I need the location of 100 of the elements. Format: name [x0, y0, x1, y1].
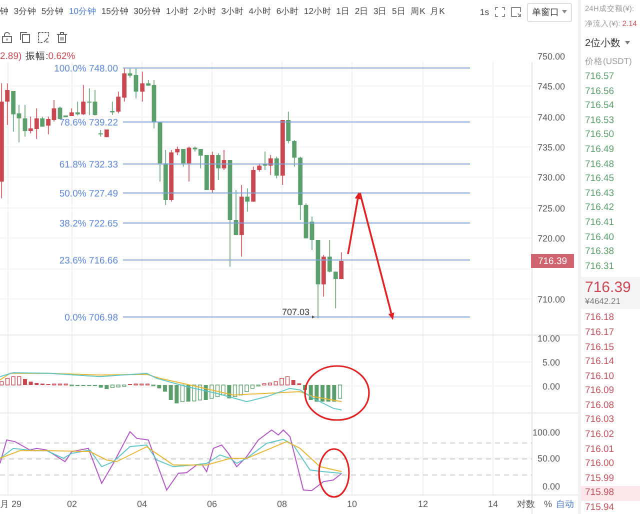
date-axis-label: 06 — [207, 499, 217, 509]
timeframe-tab[interactable]: 5日 — [392, 6, 406, 18]
price-axis-label: 740.00 — [537, 112, 565, 122]
histogram-bar — [122, 384, 126, 387]
ask-price[interactable]: 716.53 — [581, 114, 640, 128]
fullscreen-icon[interactable] — [495, 7, 505, 17]
ask-price[interactable]: 716.56 — [581, 84, 640, 100]
selection-edit-icon[interactable] — [38, 32, 49, 42]
precision-dropdown[interactable]: 2位小数 — [585, 36, 630, 50]
ask-price[interactable]: 716.38 — [581, 245, 640, 260]
axis-scale-option[interactable]: 自动 — [556, 499, 574, 509]
histogram-bar — [326, 385, 330, 402]
ask-price[interactable]: 716.40 — [581, 230, 640, 246]
timeframe-tab[interactable]: 3日 — [373, 6, 388, 18]
copy-icon[interactable] — [20, 32, 30, 42]
ask-price[interactable]: 716.50 — [581, 128, 640, 143]
fibonacci-level-label: 100.0% 748.00 — [54, 63, 118, 74]
bid-price[interactable]: 716.09 — [581, 384, 640, 399]
date-axis-label: 12 — [418, 499, 428, 509]
highlight-ellipse — [304, 365, 370, 421]
change-text: 2.89) — [0, 50, 22, 62]
bid-price[interactable]: 716.02 — [581, 428, 640, 443]
fibonacci-level-label: 23.6% 716.66 — [59, 255, 118, 266]
histogram-bar — [28, 382, 33, 385]
axis-scale-option[interactable]: 对数 — [517, 499, 535, 509]
price-column-header: 价格(USDT) — [585, 56, 632, 66]
timeframe-tab[interactable]: 5分钟 — [41, 6, 64, 18]
caret-icon — [562, 10, 567, 14]
window-icon[interactable] — [511, 7, 521, 17]
timeframe-tab[interactable]: 钟 — [0, 6, 9, 18]
timeframe-tab[interactable]: 12小时 — [304, 6, 332, 18]
layout-dropdown[interactable]: 单窗口 — [527, 2, 572, 22]
bid-price[interactable]: 715.99 — [581, 472, 640, 486]
padlock-icon[interactable] — [2, 32, 12, 42]
timeframe-tab[interactable]: 15分钟 — [101, 6, 129, 18]
bid-price[interactable]: 716.01 — [581, 442, 640, 458]
timeframe-tab[interactable]: 3小时 — [221, 6, 244, 18]
price-axis-label: 710.00 — [537, 294, 565, 304]
timeframe-tab[interactable]: 周K — [410, 6, 426, 18]
timeframe-tab[interactable]: 月K — [430, 6, 445, 18]
date-axis-label: 14 — [488, 499, 498, 509]
date-axis-label: 月 29 — [0, 499, 22, 509]
ask-price[interactable]: 716.45 — [581, 172, 640, 187]
ask-price[interactable]: 716.42 — [581, 201, 640, 216]
ask-price[interactable]: 716.57 — [581, 70, 640, 85]
bid-price[interactable]: 716.17 — [581, 326, 640, 340]
bid-price[interactable]: 716.10 — [581, 370, 640, 384]
bid-price[interactable]: 716.18 — [581, 311, 640, 326]
price-axis-label: 750.00 — [537, 51, 565, 62]
fibonacci-level-label: 61.8% 732.33 — [59, 159, 118, 170]
ask-price[interactable]: 716.49 — [581, 142, 640, 158]
timeframe-tab[interactable]: 2日 — [354, 6, 369, 18]
histogram-bar — [303, 385, 307, 390]
timeframe-tab[interactable]: 4小时 — [248, 6, 272, 18]
timeframe-tab[interactable]: 1日 — [336, 6, 350, 18]
pointer-icon — [312, 316, 315, 318]
histogram-bar — [163, 385, 167, 392]
axis-scale-option[interactable]: % — [544, 499, 552, 509]
timeframe-tab[interactable]: 2小时 — [194, 6, 216, 18]
timeframe-tab[interactable]: 30分钟 — [134, 6, 162, 18]
fibonacci-level-label: 78.6% 739.22 — [59, 117, 118, 128]
bid-price[interactable]: 716.14 — [581, 355, 640, 370]
timeframe-tab[interactable]: 6小时 — [276, 6, 300, 18]
histogram-bar — [320, 385, 324, 402]
bid-price[interactable]: 716.00 — [581, 457, 640, 472]
date-axis-label: 08 — [277, 499, 287, 509]
histogram-bar — [314, 385, 319, 402]
price-axis-label: 725.00 — [537, 203, 565, 214]
kdj-axis-label: 0.00 — [542, 481, 560, 492]
ask-price[interactable]: 716.48 — [581, 158, 640, 172]
timeframe-tab[interactable]: 10分钟 — [68, 6, 97, 18]
kdj-axis-label: 100.00 — [532, 427, 560, 438]
last-price: 716.39 — [585, 279, 631, 296]
date-axis-label: 04 — [137, 499, 147, 509]
bid-price[interactable]: 715.94 — [581, 501, 640, 514]
bid-price[interactable]: 716.15 — [581, 340, 640, 356]
macd-axis-label: 5.00 — [542, 357, 560, 368]
histogram-bar — [17, 376, 22, 386]
fibonacci-level-label: 38.2% 722.65 — [59, 218, 118, 230]
histogram-bar — [168, 385, 173, 400]
trash-icon[interactable] — [57, 32, 67, 42]
timeframe-tab[interactable]: 3分钟 — [14, 6, 37, 18]
timeframe-tab[interactable]: 1小时 — [166, 6, 189, 18]
kdj-axis-label: 50.00 — [537, 453, 560, 464]
ask-price[interactable]: 716.54 — [581, 99, 640, 114]
ask-price[interactable]: 716.41 — [581, 216, 640, 231]
price-axis-label: 745.00 — [537, 81, 565, 92]
price-axis-label: 735.00 — [537, 142, 565, 152]
ask-price[interactable]: 716.43 — [581, 186, 640, 202]
interval-button[interactable]: 1s — [480, 7, 489, 17]
highlight-ellipse — [318, 448, 350, 498]
bid-price[interactable]: 716.03 — [581, 413, 640, 428]
date-axis-label: 10 — [347, 499, 357, 509]
price-axis-label: 730.00 — [537, 172, 565, 182]
bid-price[interactable]: 716.08 — [581, 398, 640, 414]
ask-price[interactable]: 716.31 — [581, 260, 640, 274]
caret-icon — [624, 41, 630, 45]
bid-price[interactable]: 715.98 — [581, 486, 640, 502]
fibonacci-level-label: 50.0% 727.49 — [59, 188, 118, 200]
histogram-bar — [308, 385, 313, 400]
